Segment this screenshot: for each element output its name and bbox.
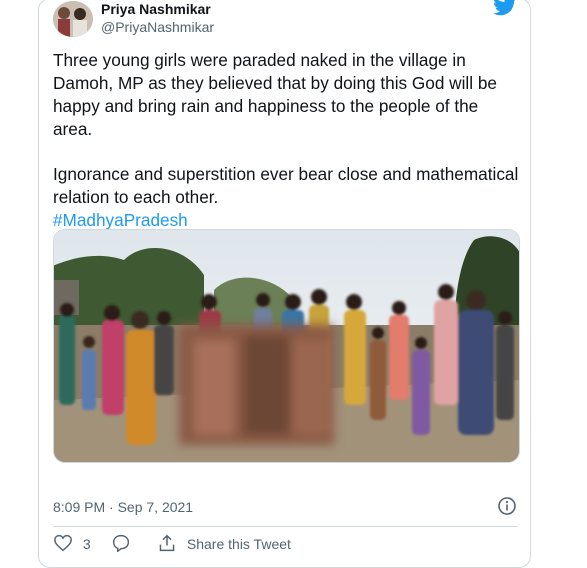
heart-icon bbox=[54, 534, 72, 552]
share-label: Share this Tweet bbox=[186, 536, 291, 552]
twitter-bird-icon[interactable] bbox=[493, 0, 517, 17]
tweet-media-image[interactable] bbox=[53, 229, 520, 463]
tweet-header: Priya Nashmikar @PriyaNashmikar bbox=[49, 0, 519, 41]
like-count: 3 bbox=[82, 536, 91, 552]
like-button[interactable]: 3 bbox=[53, 534, 91, 552]
reply-bubble-icon bbox=[112, 534, 130, 553]
reply-button[interactable] bbox=[111, 534, 131, 553]
share-button[interactable]: Share this Tweet bbox=[157, 534, 291, 552]
avatar[interactable] bbox=[53, 1, 93, 37]
tweet-paragraph-2: Ignorance and superstition ever bear clo… bbox=[53, 164, 519, 207]
tweet-paragraph-1: Three young girls were paraded naked in … bbox=[53, 50, 497, 139]
display-name[interactable]: Priya Nashmikar bbox=[101, 1, 211, 17]
tweet-text: Three young girls were paraded naked in … bbox=[53, 49, 521, 232]
share-icon bbox=[159, 534, 175, 552]
tweet-timestamp[interactable]: 8:09 PM · Sep 7, 2021 bbox=[53, 499, 193, 515]
user-handle[interactable]: @PriyaNashmikar bbox=[101, 19, 214, 35]
divider bbox=[53, 526, 518, 527]
tweet-card: Priya Nashmikar @PriyaNashmikar Three yo… bbox=[38, 0, 531, 568]
info-icon[interactable] bbox=[497, 496, 517, 516]
